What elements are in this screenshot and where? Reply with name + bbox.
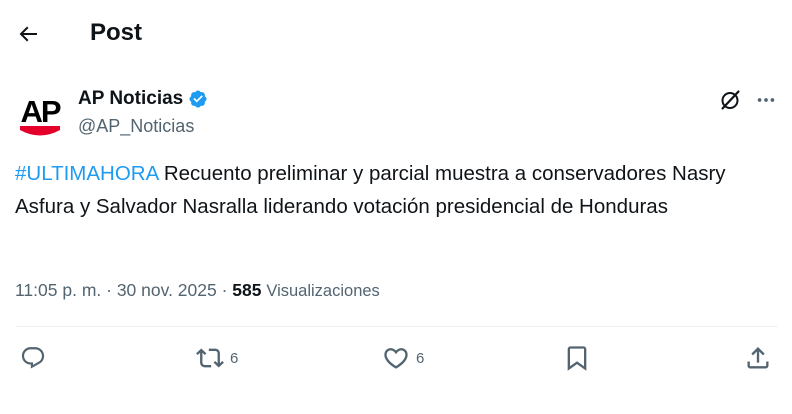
views-count: 585 (232, 280, 262, 300)
reply-button[interactable] (20, 340, 52, 376)
post-time[interactable]: 11:05 p. m. (15, 280, 101, 300)
verified-badge-icon[interactable] (188, 89, 208, 109)
ap-logo-text: AP (20, 94, 60, 129)
grok-icon (721, 90, 740, 110)
author-info: AP Noticias @AP_Noticias (78, 86, 208, 139)
author-handle[interactable]: @AP_Noticias (78, 113, 208, 139)
author-display-name[interactable]: AP Noticias (78, 86, 183, 112)
post-date[interactable]: 30 nov. 2025 (117, 280, 217, 300)
retweet-icon (196, 348, 224, 368)
heart-icon (384, 348, 408, 369)
more-options-button[interactable] (752, 86, 780, 114)
retweet-count: 6 (230, 349, 239, 367)
retweet-button[interactable]: 6 (196, 340, 238, 376)
views-label: Visualizaciones (266, 282, 380, 300)
meta-separator: · (101, 280, 117, 300)
arrow-left-icon (19, 26, 37, 42)
hashtag-link[interactable]: #ULTIMAHORA (15, 162, 158, 185)
meta-separator: · (216, 280, 233, 300)
more-horizontal-icon (757, 98, 775, 102)
post-header: Post (0, 0, 792, 68)
page-title: Post (90, 19, 143, 46)
post-metadata: 11:05 p. m. · 30 nov. 2025 · 585 Visuali… (15, 277, 380, 304)
avatar[interactable]: AP (15, 92, 65, 142)
bookmark-button[interactable] (563, 340, 591, 376)
share-button[interactable] (744, 340, 772, 376)
action-bar: 6 6 (0, 340, 792, 376)
like-count: 6 (416, 349, 425, 367)
grok-button[interactable] (716, 86, 744, 114)
share-icon (747, 347, 769, 369)
like-button[interactable]: 6 (382, 340, 424, 376)
ap-logo: AP (20, 94, 63, 136)
post-text: #ULTIMAHORA Recuento preliminar y parcia… (15, 158, 780, 223)
back-button[interactable] (10, 16, 46, 52)
reply-icon (21, 347, 45, 369)
divider (15, 326, 778, 327)
bookmark-icon (567, 346, 587, 371)
